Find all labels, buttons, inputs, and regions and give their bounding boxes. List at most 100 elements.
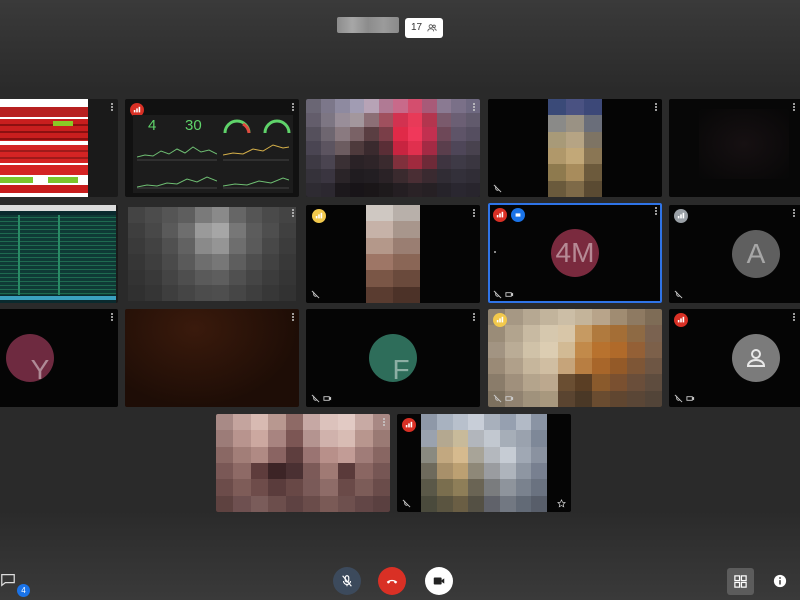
tile-status (311, 290, 320, 299)
cursor-dot (494, 251, 496, 253)
chat-button[interactable] (0, 572, 18, 590)
graph-icon (223, 177, 289, 189)
video-tile-participant-y[interactable]: Y (0, 309, 118, 407)
bottom-toolbar: 4 (0, 560, 800, 600)
graph-icon (137, 146, 217, 161)
graph-icon (223, 144, 289, 161)
mic-active-icon (312, 209, 326, 223)
tile-status (493, 184, 502, 193)
chat-unread-badge: 4 (17, 584, 30, 597)
tile-menu-icon[interactable] (654, 102, 658, 114)
hangup-button[interactable] (378, 567, 406, 595)
mic-off-icon (311, 290, 320, 299)
video-tile-participant-4[interactable] (488, 99, 662, 197)
gauge-icon (223, 119, 251, 134)
blurred-video (366, 205, 420, 303)
mic-active-icon (674, 209, 688, 223)
avatar: Y (6, 334, 54, 385)
blurred-video (216, 414, 390, 512)
hangup-icon (386, 579, 398, 584)
shared-screen (0, 99, 88, 197)
mic-off-icon (493, 290, 502, 299)
star-icon[interactable] (557, 499, 566, 508)
blurred-video (421, 414, 547, 512)
tile-menu-icon[interactable] (472, 208, 476, 220)
avatar-initials: F (392, 354, 410, 385)
video-tile-terminal-share[interactable] (0, 205, 118, 303)
mic-off-icon (311, 394, 320, 403)
video-tile-participant-16[interactable] (216, 414, 390, 512)
mic-toggle-button[interactable] (333, 567, 361, 595)
blurred-video (306, 99, 480, 197)
tile-menu-icon[interactable] (792, 102, 796, 114)
blurred-video (488, 309, 662, 407)
video-tile-participant-12[interactable] (125, 309, 299, 407)
avatar-initials: A (746, 238, 766, 269)
avatar: F (369, 334, 417, 385)
blurred-video (548, 99, 602, 197)
avatar: A (732, 230, 780, 278)
camera-toggle-button[interactable] (425, 567, 453, 595)
graph-icon (137, 176, 217, 189)
layout-grid-button[interactable] (727, 568, 754, 595)
person-icon (746, 349, 766, 367)
shared-terminal (0, 205, 116, 303)
info-icon (773, 574, 787, 588)
participant-count-button[interactable]: 17 (405, 18, 444, 38)
camera-off-icon (686, 396, 695, 401)
video-tile-participant-4m[interactable]: 4M (488, 203, 662, 303)
mic-off-icon (674, 394, 683, 403)
dark-video (699, 109, 789, 179)
tile-status (493, 290, 514, 299)
people-icon (427, 24, 437, 32)
tile-menu-icon[interactable] (291, 102, 295, 114)
video-tile-participant-3[interactable] (306, 99, 480, 197)
avatar (732, 334, 780, 382)
camera-off-icon (505, 292, 514, 297)
mic-active-icon (493, 313, 507, 327)
tile-menu-icon[interactable] (110, 102, 114, 114)
tile-menu-icon[interactable] (792, 208, 796, 220)
video-tile-participant-5[interactable] (669, 99, 800, 197)
chat-icon (1, 574, 15, 587)
avatar-initials: Y (30, 354, 50, 385)
camera-off-icon (323, 396, 332, 401)
grid-icon (734, 575, 747, 588)
video-tile-participant-f[interactable]: F (306, 309, 480, 407)
tile-menu-icon[interactable] (792, 312, 796, 324)
mic-off-icon (493, 184, 502, 193)
mic-off-icon (674, 290, 683, 299)
grafana-panel: 4 30 (133, 115, 293, 193)
tile-menu-icon[interactable] (291, 312, 295, 324)
mic-off-icon (342, 575, 352, 587)
tile-menu-icon[interactable] (382, 417, 386, 429)
camera-off-icon (505, 396, 514, 401)
mic-off-icon (493, 394, 502, 403)
video-tile-screen-share[interactable] (0, 99, 118, 197)
info-button[interactable] (772, 573, 788, 589)
video-tile-participant-anon[interactable] (669, 309, 800, 407)
video-tile-grafana[interactable]: 4 30 (125, 99, 299, 197)
avatar: 4M (551, 229, 599, 277)
video-tile-participant-7[interactable] (125, 205, 299, 303)
tile-menu-icon[interactable] (654, 206, 658, 218)
meeting-name-blurred (337, 17, 399, 33)
video-tile-participant-8[interactable] (306, 205, 480, 303)
blurred-video (128, 207, 296, 301)
tile-status (674, 394, 695, 403)
top-bar: 17 (0, 14, 800, 40)
tile-menu-icon[interactable] (472, 102, 476, 114)
tile-status (402, 499, 411, 508)
tile-menu-icon[interactable] (110, 312, 114, 324)
tile-menu-icon[interactable] (291, 208, 295, 220)
mic-active-icon (402, 418, 416, 432)
tile-status (311, 394, 332, 403)
camera-icon (433, 577, 445, 585)
participant-count: 17 (411, 22, 423, 33)
video-tile-participant-17[interactable] (397, 414, 571, 512)
video-tile-participant-a[interactable]: A (669, 205, 800, 303)
video-tile-participant-14[interactable] (488, 309, 662, 407)
mic-active-icon (674, 313, 688, 327)
tile-menu-icon[interactable] (472, 312, 476, 324)
tile-status (493, 394, 514, 403)
